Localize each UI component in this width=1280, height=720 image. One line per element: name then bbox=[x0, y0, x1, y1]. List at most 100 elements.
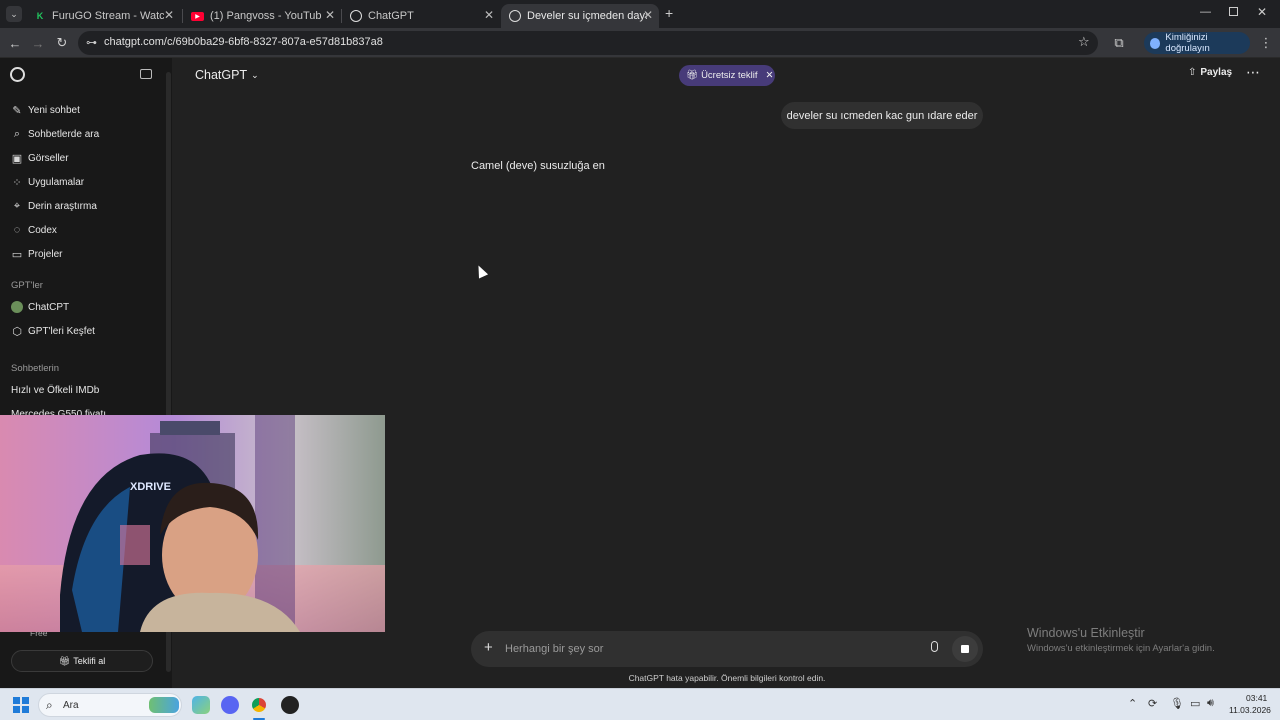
chrome-app-icon[interactable] bbox=[250, 696, 268, 714]
sidebar-item-label: Projeler bbox=[28, 248, 63, 260]
share-button[interactable]: ⇧ Paylaş bbox=[1188, 67, 1232, 78]
extensions-icon[interactable]: ⧉ bbox=[1110, 34, 1128, 52]
model-name: ChatGPT bbox=[195, 68, 248, 82]
close-tab-icon[interactable]: ✕ bbox=[325, 8, 335, 22]
sidebar-item-new-chat[interactable]: ✎ Yeni sohbet bbox=[11, 100, 80, 120]
webcam-video: XDRIVE bbox=[0, 415, 385, 632]
composer: + bbox=[471, 631, 983, 667]
stop-button[interactable] bbox=[952, 636, 978, 662]
restore-window-icon[interactable] bbox=[1229, 7, 1238, 16]
assistant-message: Camel (deve) susuzluğa en bbox=[471, 160, 605, 172]
disclaimer: ChatGPT hata yapabilir. Önemli bilgileri… bbox=[628, 673, 826, 683]
close-tab-icon[interactable]: ✕ bbox=[643, 8, 653, 22]
close-window-icon[interactable]: ✕ bbox=[1257, 5, 1267, 19]
tab-title: Develer su içmeden dayanma bbox=[527, 10, 647, 22]
chevron-down-icon: ⌄ bbox=[251, 69, 259, 80]
model-selector[interactable]: ChatGPT ⌄ bbox=[195, 68, 259, 82]
gift-icon: 🎁︎ bbox=[686, 70, 699, 81]
furugo-favicon-icon: K bbox=[36, 11, 44, 21]
folder-icon: ▭ bbox=[11, 248, 23, 261]
sidebar-item-label: Uygulamalar bbox=[28, 176, 85, 188]
obs-app-icon[interactable] bbox=[281, 696, 299, 714]
browser-tab-chatgpt[interactable]: ChatGPT ✕ bbox=[342, 4, 500, 28]
chatgpt-favicon-icon bbox=[509, 10, 521, 22]
start-tile bbox=[22, 706, 29, 713]
mouse-cursor-icon bbox=[473, 263, 489, 279]
gpt-avatar-icon bbox=[11, 301, 23, 313]
start-tile bbox=[13, 706, 20, 713]
forward-icon[interactable]: → bbox=[29, 34, 47, 52]
close-icon[interactable]: ✕ bbox=[766, 70, 774, 81]
display-icon[interactable]: ▭ bbox=[1190, 697, 1200, 710]
tab-search-button[interactable]: ⌄ bbox=[6, 6, 22, 22]
openai-logo-icon[interactable] bbox=[10, 67, 25, 82]
sidebar-item-projects[interactable]: ▭ Projeler bbox=[11, 244, 63, 264]
discord-app-icon[interactable] bbox=[221, 696, 239, 714]
browser-tab-strip: ⌄ K FuruGO Stream - Watch Live on ✕ ▶ (1… bbox=[0, 0, 1280, 28]
browser-tab-active[interactable]: Develer su içmeden dayanma ✕ bbox=[501, 4, 659, 28]
search-icon: ⌕ bbox=[13, 127, 21, 140]
tray-chevron-icon[interactable]: ⌃ bbox=[1128, 697, 1137, 710]
sidebar-item-label: GPT'leri Keşfet bbox=[28, 325, 95, 337]
sidebar-item-label: Yeni sohbet bbox=[28, 104, 80, 116]
codex-icon: ◌ bbox=[13, 224, 21, 236]
upgrade-button[interactable]: 🎁︎ Teklifi al bbox=[11, 650, 153, 672]
browser-tab-furugo[interactable]: K FuruGO Stream - Watch Live on ✕ bbox=[26, 4, 180, 28]
verify-label: Kimliğinizi doğrulayın bbox=[1165, 32, 1210, 54]
free-offer-badge[interactable]: 🎁︎ Ücretsiz teklif ✕ bbox=[679, 65, 775, 86]
share-icon: ⇧ bbox=[1188, 67, 1197, 78]
copilot-app-icon[interactable] bbox=[192, 696, 210, 714]
minimize-window-icon[interactable]: — bbox=[1200, 6, 1211, 18]
reload-icon[interactable]: ↻ bbox=[53, 34, 71, 52]
browser-toolbar: ← → ↻ ⊶ chatgpt.com/c/69b0ba29-6bf8-8327… bbox=[0, 28, 1280, 58]
windows-taskbar: ⌕ Ara ⌃ ⟳ 🎙︎ ▭ 🔊︎ 03:41 11.03.2026 bbox=[0, 688, 1280, 720]
browser-menu-icon[interactable]: ⋮ bbox=[1257, 34, 1275, 52]
bookmark-star-icon[interactable]: ☆ bbox=[1078, 34, 1090, 50]
promo-label: Ücretsiz teklif bbox=[701, 70, 758, 81]
chat-history-item[interactable]: Hızlı ve Öfkeli IMDb bbox=[11, 380, 99, 400]
close-tab-icon[interactable]: ✕ bbox=[164, 8, 174, 22]
sidebar-item-label: Görseller bbox=[28, 152, 69, 164]
taskbar-search[interactable]: ⌕ Ara bbox=[38, 693, 182, 717]
message-input[interactable] bbox=[505, 640, 905, 658]
sidebar-item-search[interactable]: ⌕ Sohbetlerde ara bbox=[11, 124, 99, 144]
chats-heading: Sohbetlerin bbox=[11, 363, 60, 374]
close-tab-icon[interactable]: ✕ bbox=[484, 8, 494, 22]
share-label: Paylaş bbox=[1200, 67, 1233, 78]
webcam-overlay: XDRIVE bbox=[0, 415, 385, 632]
browser-tab-youtube[interactable]: ▶ (1) Pangvoss - YouTube ✕ bbox=[183, 4, 341, 28]
windows-activation-title: Windows'u Etkinleştir bbox=[1027, 626, 1145, 640]
site-info-icon[interactable]: ⊶ bbox=[86, 36, 97, 49]
windows-activation-subtitle: Windows'u etkinleştirmek için Ayarlar'a … bbox=[1027, 643, 1215, 654]
back-icon[interactable]: ← bbox=[6, 34, 24, 52]
volume-icon[interactable]: 🔊︎ bbox=[1207, 697, 1214, 710]
explore-icon: ⬡ bbox=[12, 325, 22, 338]
microphone-tray-icon[interactable]: 🎙︎ bbox=[1170, 697, 1184, 710]
sidebar-toggle-icon[interactable] bbox=[140, 69, 152, 79]
youtube-favicon-icon: ▶ bbox=[191, 11, 204, 21]
new-tab-button[interactable]: + bbox=[665, 5, 673, 21]
add-attachment-icon[interactable]: + bbox=[484, 639, 493, 656]
more-options-icon[interactable]: ⋯ bbox=[1246, 64, 1260, 81]
sidebar-item-deep-research[interactable]: ⌖ Derin araştırma bbox=[11, 196, 97, 216]
chair-brand-text: XDRIVE bbox=[130, 481, 171, 493]
windows-start-icon[interactable] bbox=[13, 697, 29, 713]
sidebar-item-label: Codex bbox=[28, 224, 57, 236]
tab-title: (1) Pangvoss - YouTube bbox=[210, 10, 322, 22]
verify-identity-button[interactable]: Kimliğinizi doğrulayın bbox=[1144, 32, 1250, 54]
microphone-icon[interactable] bbox=[931, 641, 938, 652]
address-bar[interactable]: ⊶ chatgpt.com/c/69b0ba29-6bf8-8327-807a-… bbox=[78, 31, 1098, 55]
sync-icon[interactable]: ⟳ bbox=[1148, 697, 1157, 710]
sidebar-item-codex[interactable]: ◌ Codex bbox=[11, 220, 57, 240]
clock-date[interactable]: 11.03.2026 bbox=[1229, 705, 1271, 715]
sidebar-item-chatcpt[interactable]: ChatCPT bbox=[11, 297, 69, 317]
stop-square-icon bbox=[961, 645, 969, 653]
sidebar-item-label: Derin araştırma bbox=[28, 200, 97, 212]
chatgpt-favicon-icon bbox=[350, 10, 362, 22]
sidebar-item-explore-gpts[interactable]: ⬡ GPT'leri Keşfet bbox=[11, 321, 95, 341]
upgrade-label: Teklifi al bbox=[73, 656, 106, 666]
clock-time[interactable]: 03:41 bbox=[1246, 693, 1267, 703]
sidebar-item-images[interactable]: ▣ Görseller bbox=[11, 148, 69, 168]
sidebar-item-label: ChatCPT bbox=[28, 301, 70, 313]
sidebar-item-apps[interactable]: ⁘ Uygulamalar bbox=[11, 172, 84, 192]
